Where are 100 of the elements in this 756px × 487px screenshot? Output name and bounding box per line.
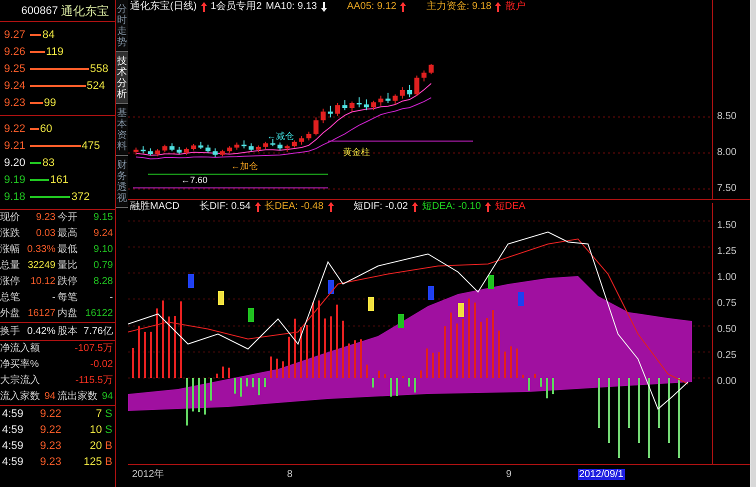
view-tab[interactable]: 财务透视	[116, 156, 128, 208]
candle	[184, 147, 189, 156]
quote-value: 9.24	[94, 228, 113, 240]
indicator-label: 短DIF: -0.02	[354, 200, 408, 214]
candle	[155, 148, 160, 157]
volume-text: 60	[40, 122, 52, 134]
quote-value: 94	[44, 391, 56, 403]
quote-value: 9.23	[36, 212, 56, 224]
candle	[350, 101, 354, 112]
quote-value: 94	[102, 391, 113, 403]
candle	[371, 100, 376, 111]
trade-price: 9.22	[40, 408, 62, 420]
candle	[392, 94, 398, 105]
price-text: 9.27	[4, 28, 26, 40]
trade-side: B	[105, 440, 112, 452]
price-text: 9.26	[4, 46, 26, 58]
quote-label: 跌停	[58, 276, 78, 288]
indicator-label: 融胜MACD	[130, 200, 180, 214]
stock-code: 600867	[21, 4, 58, 16]
candle	[134, 147, 138, 156]
indicator-label: 长DIF: 0.54	[199, 200, 251, 214]
quote-value: 0.03	[36, 228, 56, 240]
quote-value: -	[110, 292, 113, 304]
candle	[414, 75, 420, 96]
indicator-label: MA10: 9.13	[266, 0, 317, 14]
view-tab[interactable]: 基本资料	[116, 104, 128, 156]
price-text: 9.24	[4, 80, 26, 92]
candle	[400, 86, 405, 100]
view-tab[interactable]: 技术分析	[116, 52, 128, 104]
view-tab[interactable]: 分时走势	[116, 0, 128, 52]
candle	[284, 144, 290, 152]
trade-volume: 125	[82, 456, 102, 468]
date-label: 2012/09/1	[578, 468, 624, 480]
axis-label: 1.25	[717, 246, 736, 257]
trade-time: 4:59	[2, 408, 24, 420]
candle	[263, 141, 268, 150]
quote-value: 16127	[28, 308, 56, 320]
candle	[162, 144, 168, 152]
candle	[256, 144, 261, 152]
flow-label: 净流入额	[0, 343, 40, 355]
candle	[140, 146, 146, 154]
axis-label: 0.25	[717, 350, 736, 361]
indicator-label: 散户	[505, 0, 526, 14]
date-label: 2012年	[132, 468, 164, 480]
indicator-label: 长DEA: -0.48	[264, 200, 324, 214]
candle	[335, 102, 340, 116]
axis-label: 0.75	[717, 298, 736, 309]
axis-label: 1.50	[717, 220, 736, 231]
axis-label: 8.00	[717, 147, 736, 159]
date-label: 9	[506, 468, 512, 480]
volume-text: 84	[42, 28, 55, 40]
quote-value: 0.42%	[27, 326, 56, 338]
price-text: 9.21	[4, 140, 26, 152]
candle	[242, 140, 246, 149]
price-text: 9.20	[4, 156, 26, 168]
volume-text: 372	[71, 190, 90, 202]
volume-text: 475	[82, 140, 100, 152]
quote-value: 0.79	[94, 260, 113, 272]
volume-text: 99	[44, 96, 56, 108]
axis-label: 8.50	[717, 111, 736, 123]
axis-label: 0.50	[717, 324, 736, 335]
candle	[176, 146, 182, 155]
price-text: 9.19	[4, 174, 26, 186]
candle	[278, 142, 282, 151]
quote-label: 今开	[58, 212, 78, 224]
price-text: 9.18	[4, 190, 26, 202]
trade-price: 9.23	[40, 456, 62, 468]
flow-label: 大宗流入	[0, 375, 40, 387]
candle	[234, 142, 240, 150]
chart-annotation: 黄金柱	[343, 147, 370, 157]
quote-label: 每笔	[58, 292, 78, 304]
quote-label: 涨停	[0, 276, 20, 288]
quote-label: 最低	[58, 244, 78, 256]
quote-label: 流出家数	[58, 391, 98, 403]
trade-side: S	[105, 424, 112, 436]
candle	[191, 144, 196, 151]
flow-value: -115.5万	[75, 375, 113, 387]
candle	[299, 136, 304, 146]
quote-label: 涨幅	[0, 244, 20, 256]
candle	[422, 70, 426, 82]
candle	[227, 146, 232, 154]
trade-time: 4:59	[2, 456, 24, 468]
trade-volume: 20	[88, 440, 102, 452]
candle	[328, 105, 333, 118]
trade-time: 4:59	[2, 424, 24, 436]
trade-price: 9.23	[40, 440, 62, 452]
quote-label: 现价	[0, 212, 20, 224]
indicator-label: 主力资金: 9.18	[426, 0, 492, 14]
quote-label: 内盘	[58, 308, 78, 320]
volume-text: 161	[50, 174, 69, 186]
quote-label: 股本	[58, 326, 78, 338]
trade-side: B	[105, 456, 112, 468]
candle	[270, 138, 276, 147]
candle	[342, 100, 348, 111]
quote-value: -	[52, 292, 56, 304]
indicator-label: AA05: 9.12	[346, 0, 396, 14]
candle	[292, 140, 297, 148]
candle	[314, 116, 318, 136]
candle	[364, 98, 369, 111]
candle	[306, 131, 312, 141]
